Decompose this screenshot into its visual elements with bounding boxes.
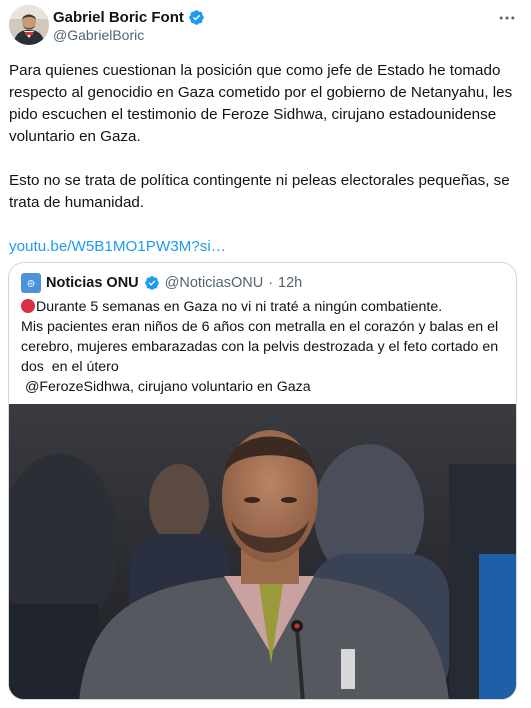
quote-line-5: @FerozeSidhwa, cirujano voluntario en Ga…	[21, 379, 311, 395]
author-name-row: Gabriel Boric Font	[53, 7, 205, 27]
red-circle-icon	[21, 299, 35, 313]
tweet-paragraph-1: Para quienes cuestionan la posición que …	[9, 62, 513, 145]
verified-badge-icon	[144, 275, 160, 291]
author-handle[interactable]: @GabrielBoric	[53, 27, 144, 43]
quote-display-name[interactable]: Noticias ONU	[46, 275, 139, 291]
tweet-text: Para quienes cuestionan la posición que …	[9, 60, 521, 258]
un-emblem-icon	[27, 279, 35, 287]
author-avatar[interactable]	[9, 5, 49, 45]
quote-timestamp[interactable]: 12h	[278, 275, 302, 291]
quote-separator: ·	[268, 275, 274, 291]
quote-line-1: Durante 5 semanas en Gaza no vi ni traté…	[21, 297, 505, 317]
author-display-name[interactable]: Gabriel Boric Font	[53, 9, 184, 26]
quote-header: Noticias ONU @NoticiasONU · 12h	[21, 273, 302, 293]
quote-line-2: Mis pacientes eran niños de 6 años con m…	[21, 319, 499, 335]
more-horizontal-icon	[499, 16, 515, 20]
quote-line-3: cerebro, mujeres embarazadas con la pelv…	[21, 339, 499, 355]
quote-line-4: dos en el útero	[21, 359, 119, 375]
speaker-photo	[9, 404, 516, 699]
quote-text: Durante 5 semanas en Gaza no vi ni traté…	[21, 297, 505, 397]
more-options-button[interactable]	[495, 6, 519, 30]
quoted-tweet[interactable]: Noticias ONU @NoticiasONU · 12h Durante …	[8, 262, 517, 700]
quote-handle[interactable]: @NoticiasONU	[165, 275, 264, 291]
quote-media-image[interactable]	[9, 404, 516, 699]
quote-avatar[interactable]	[21, 273, 41, 293]
verified-badge-icon	[188, 9, 205, 26]
tweet: Gabriel Boric Font @GabrielBoric Para qu…	[0, 0, 531, 708]
tweet-paragraph-2: Esto no se trata de política contingente…	[9, 172, 510, 211]
tweet-link[interactable]: youtu.be/W5B1MO1PW3M?si…	[9, 238, 226, 255]
